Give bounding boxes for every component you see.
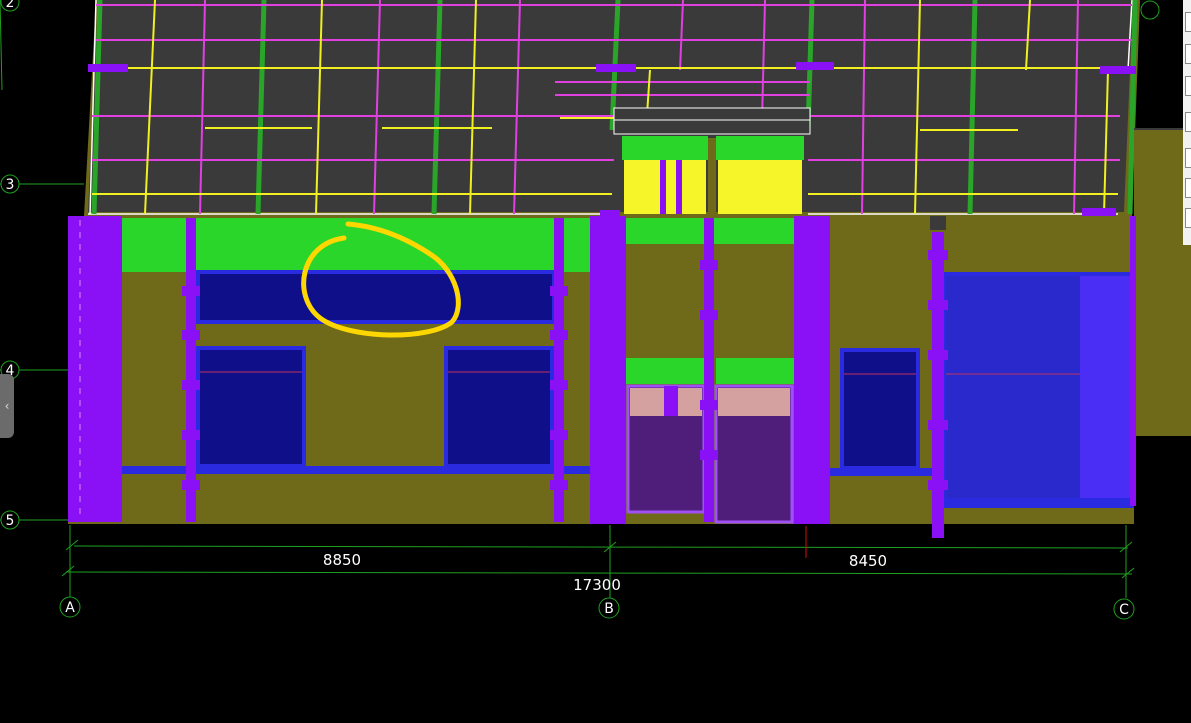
dimension-span-ab: 8850 — [323, 551, 361, 569]
grid-bubble-col-b[interactable]: B — [598, 597, 620, 619]
grid-bubble-col-a[interactable]: A — [59, 596, 81, 618]
grid-label-col-b: B — [604, 601, 614, 617]
grid-label-col-a: A — [65, 600, 75, 616]
toolbar-button-1[interactable] — [1185, 12, 1191, 32]
grid-bubble-col-c[interactable]: C — [1113, 598, 1135, 620]
window-upper-left[interactable] — [196, 270, 556, 324]
window-right-1[interactable] — [840, 348, 920, 470]
toolbar-button-3[interactable] — [1185, 76, 1191, 96]
chevron-left-icon[interactable]: ‹ — [0, 374, 14, 438]
right-toolbar — [1183, 0, 1191, 245]
door-left[interactable] — [626, 384, 706, 514]
grid-bubble-row-3[interactable]: 3 — [0, 174, 20, 194]
door-right[interactable] — [714, 384, 794, 524]
grid-bubble-row-2[interactable]: 2 — [0, 0, 20, 12]
model-viewport[interactable]: 2 3 4 5 A B C 8850 8450 17300 — [0, 0, 1191, 723]
stair-opening[interactable] — [613, 107, 811, 216]
toolbar-button-7[interactable] — [1185, 208, 1191, 228]
toolbar-button-4[interactable] — [1185, 112, 1191, 132]
window-left-1[interactable] — [196, 346, 306, 468]
window-left-2[interactable] — [444, 346, 554, 468]
grid-bubble-row-5[interactable]: 5 — [0, 510, 20, 530]
grid-label-row-3: 3 — [6, 177, 15, 193]
grid-label-row-2: 2 — [6, 0, 15, 11]
grid-bubble-partial — [1140, 0, 1160, 20]
dimension-span-bc: 8450 — [849, 552, 887, 570]
toolbar-button-2[interactable] — [1185, 44, 1191, 64]
grid-label-col-c: C — [1119, 602, 1129, 618]
toolbar-button-5[interactable] — [1185, 148, 1191, 168]
toolbar-button-6[interactable] — [1185, 178, 1191, 198]
grid-label-row-5: 5 — [6, 513, 15, 529]
dimension-total: 17300 — [573, 576, 621, 594]
window-right-large[interactable] — [942, 272, 1134, 502]
